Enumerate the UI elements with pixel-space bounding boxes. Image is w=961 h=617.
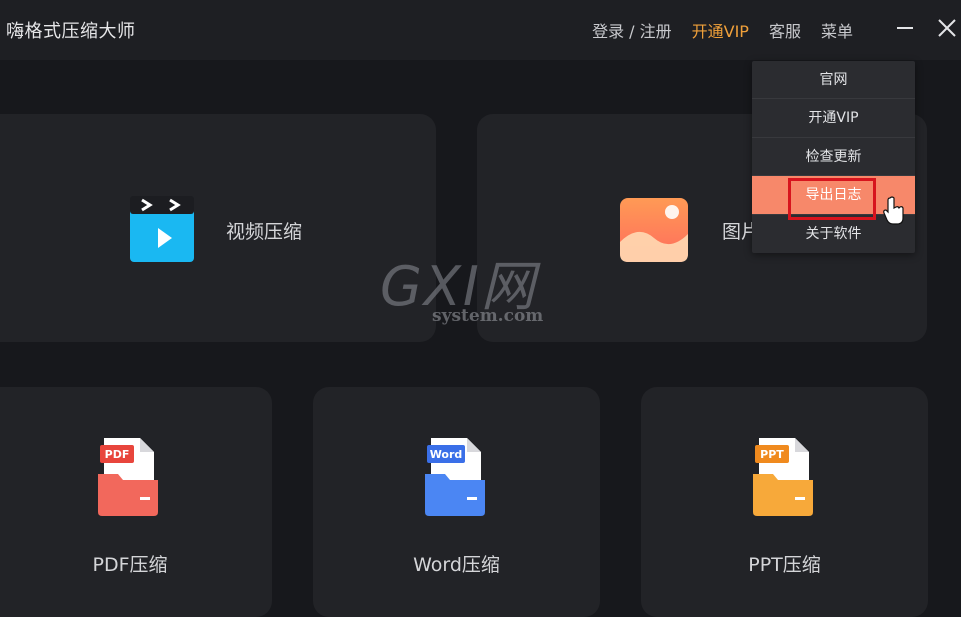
vip-link[interactable]: 开通VIP xyxy=(692,18,749,42)
word-badge-text: Word xyxy=(430,448,463,461)
ppt-compress-label: PPT压缩 xyxy=(748,554,821,576)
pdf-compress-label: PDF压缩 xyxy=(92,554,168,576)
pdf-compress-card[interactable]: PDF PDF压缩 xyxy=(0,387,272,617)
close-icon xyxy=(938,19,956,37)
title-bar: 嗨格式压缩大师 登录 / 注册 开通VIP 客服 菜单 xyxy=(0,0,961,60)
close-button[interactable] xyxy=(932,13,961,43)
menu-item-vip[interactable]: 开通VIP xyxy=(752,99,915,138)
customer-service-link[interactable]: 客服 xyxy=(769,18,801,42)
video-compress-label: 视频压缩 xyxy=(226,221,303,243)
minimize-button[interactable] xyxy=(891,13,921,43)
top-nav: 登录 / 注册 开通VIP 客服 菜单 xyxy=(592,18,853,42)
ppt-file-icon: PPT xyxy=(753,438,813,516)
ppt-badge-text: PPT xyxy=(760,448,784,461)
video-clapper-icon xyxy=(130,196,194,262)
app-title: 嗨格式压缩大师 xyxy=(6,21,136,42)
minimize-icon xyxy=(897,27,913,29)
pdf-badge-text: PDF xyxy=(105,448,130,461)
menu-button[interactable]: 菜单 xyxy=(821,18,853,42)
word-compress-card[interactable]: Word Word压缩 xyxy=(313,387,600,617)
word-compress-label: Word压缩 xyxy=(413,554,500,576)
video-compress-card[interactable]: 视频压缩 xyxy=(0,114,436,342)
ppt-compress-card[interactable]: PPT PPT压缩 xyxy=(641,387,928,617)
hand-cursor-icon xyxy=(883,196,904,225)
word-file-icon: Word xyxy=(425,438,485,516)
menu-item-website[interactable]: 官网 xyxy=(752,61,915,100)
image-icon xyxy=(620,198,688,262)
login-register-link[interactable]: 登录 / 注册 xyxy=(592,18,672,42)
menu-item-check-update[interactable]: 检查更新 xyxy=(752,138,915,177)
pdf-file-icon: PDF xyxy=(98,438,158,516)
